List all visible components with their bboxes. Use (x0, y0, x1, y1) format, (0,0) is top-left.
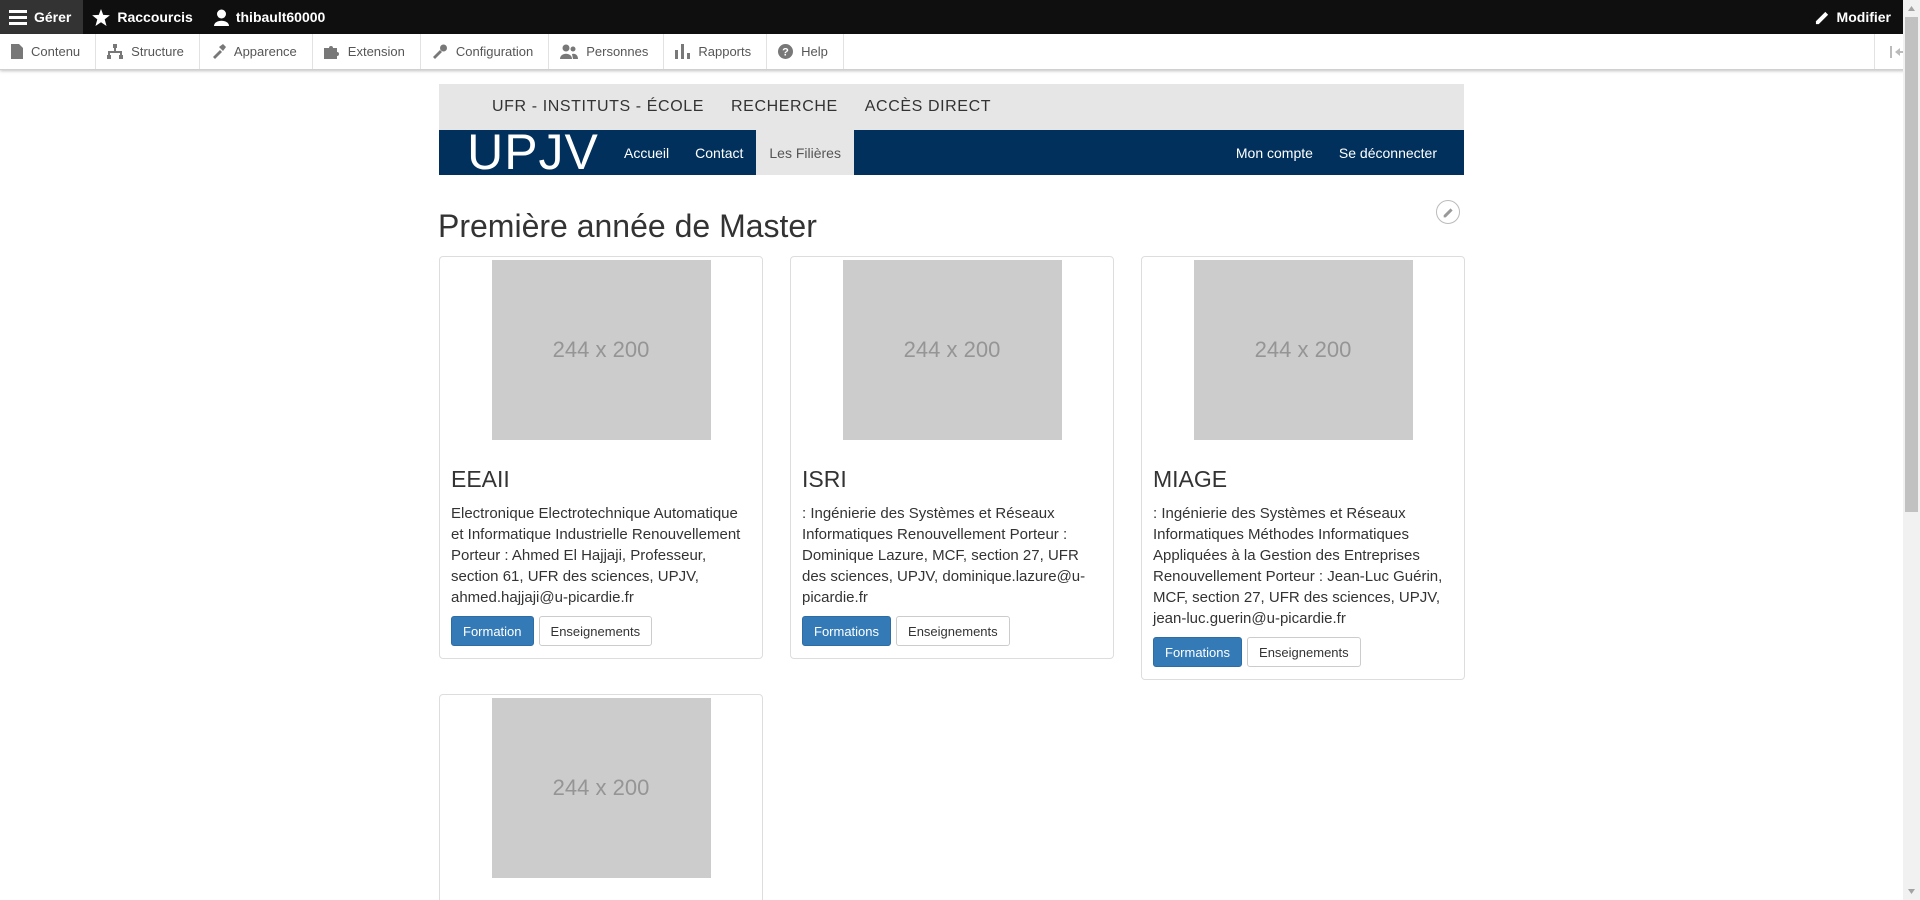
program-card: 244 x 200 EEAII Electronique Electrotech… (439, 256, 763, 659)
card-image-placeholder: 244 x 200 (491, 260, 711, 440)
card-image-placeholder: 244 x 200 (842, 260, 1062, 440)
pencil-icon (1443, 207, 1453, 217)
paintbrush-icon (212, 44, 226, 59)
card-description: : Ingénierie des Systèmes et Réseaux Inf… (802, 505, 1086, 606)
tray-item-configuration[interactable]: Configuration (421, 34, 550, 69)
manage-tab[interactable]: Gérer (0, 0, 84, 34)
svg-text:?: ? (782, 47, 789, 59)
tray-label: Rapports (698, 44, 752, 59)
arrow-up-icon (1908, 6, 1915, 11)
user-label: thibault60000 (235, 9, 326, 25)
wrench-icon (432, 44, 447, 59)
arrow-down-icon (1908, 889, 1915, 894)
puzzle-icon (323, 46, 339, 59)
shortcuts-label: Raccourcis (117, 9, 193, 25)
user-tab[interactable]: thibault60000 (205, 0, 337, 34)
card-image-placeholder: 244 x 200 (1193, 260, 1413, 440)
tray-label: Help (801, 44, 828, 59)
manage-label: Gérer (34, 9, 72, 25)
user-icon (213, 9, 229, 26)
nav-accueil[interactable]: Accueil (611, 130, 682, 175)
program-card: 244 x 200 ISRI : Ingénierie des Systèmes… (790, 256, 1114, 659)
tray-item-apparence[interactable]: Apparence (200, 34, 313, 69)
tray-label: Apparence (233, 44, 297, 59)
tray-label: Contenu (31, 44, 81, 59)
file-icon (11, 44, 23, 59)
scroll-up-arrow[interactable] (1903, 0, 1920, 17)
tray-item-extension[interactable]: Extension (313, 34, 421, 69)
nav-contact[interactable]: Contact (682, 130, 756, 175)
pencil-icon (1815, 11, 1828, 24)
structure-icon (107, 44, 124, 59)
enseignements-button[interactable]: Enseignements (538, 616, 653, 646)
card-title: MIAGE (1153, 466, 1228, 492)
top-menu-ufr[interactable]: UFR - INSTITUTS - ÉCOLE (492, 98, 704, 116)
card-image-placeholder: 244 x 200 (491, 698, 711, 878)
card-title: EEAII (451, 466, 510, 492)
nav-mon-compte[interactable]: Mon compte (1223, 130, 1326, 175)
card-description: Electronique Electrotechnique Automatiqu… (451, 505, 741, 606)
site-logo[interactable]: UPJV (439, 130, 611, 175)
site-top-menu: UFR - INSTITUTS - ÉCOLE RECHERCHE ACCÈS … (439, 84, 1464, 130)
formations-button[interactable]: Formations (802, 616, 892, 646)
card-description: : Ingénierie des Systèmes et Réseaux Inf… (1153, 505, 1443, 627)
tray-label: Extension (347, 44, 405, 59)
page-title: Première année de Master (438, 208, 817, 244)
enseignements-button[interactable]: Enseignements (896, 616, 1010, 646)
tray-item-personnes[interactable]: Personnes (549, 34, 665, 69)
card-buttons: Formations Enseignements (802, 616, 1102, 646)
formation-button[interactable]: Formation (451, 616, 534, 646)
admin-tray: Contenu Structure Apparence Extension Co… (0, 34, 1920, 70)
star-icon (92, 8, 111, 26)
shortcuts-tab[interactable]: Raccourcis (83, 0, 204, 34)
people-icon (560, 44, 579, 59)
tray-item-structure[interactable]: Structure (96, 34, 200, 69)
tray-label: Configuration (455, 44, 534, 59)
tray-label: Personnes (586, 44, 649, 59)
tray-item-contenu[interactable]: Contenu (0, 34, 97, 69)
bar-chart-icon (675, 44, 691, 59)
main-navbar: UPJV Accueil Contact Les Filières Mon co… (439, 130, 1464, 175)
top-menu-recherche[interactable]: RECHERCHE (731, 98, 838, 116)
card-buttons: Formations Enseignements (1153, 637, 1453, 667)
tray-item-rapports[interactable]: Rapports (664, 34, 768, 69)
contextual-edit-button[interactable] (1436, 200, 1460, 224)
tray-item-help[interactable]: ? Help (767, 34, 844, 69)
scroll-down-arrow[interactable] (1903, 883, 1920, 900)
nav-se-deconnecter[interactable]: Se déconnecter (1326, 130, 1464, 175)
admin-toolbar: Gérer Raccourcis thibault60000 Modifier (0, 0, 1920, 34)
program-card: 244 x 200 MIAGE : Ingénierie des Système… (1141, 256, 1465, 680)
tray-label: Structure (131, 44, 184, 59)
hamburger-icon (9, 10, 27, 25)
scroll-thumb[interactable] (1905, 17, 1918, 512)
nav-les-filieres[interactable]: Les Filières (756, 130, 854, 175)
formations-button[interactable]: Formations (1153, 637, 1243, 667)
card-title: ISRI (802, 466, 847, 492)
card-buttons: Formation Enseignements (451, 616, 751, 646)
program-card: 244 x 200 (439, 694, 763, 900)
edit-label: Modifier (1836, 9, 1891, 25)
top-menu-acces-direct[interactable]: ACCÈS DIRECT (865, 98, 991, 116)
page-scrollbar[interactable] (1903, 0, 1920, 900)
enseignements-button[interactable]: Enseignements (1247, 637, 1361, 667)
help-icon: ? (778, 44, 794, 59)
